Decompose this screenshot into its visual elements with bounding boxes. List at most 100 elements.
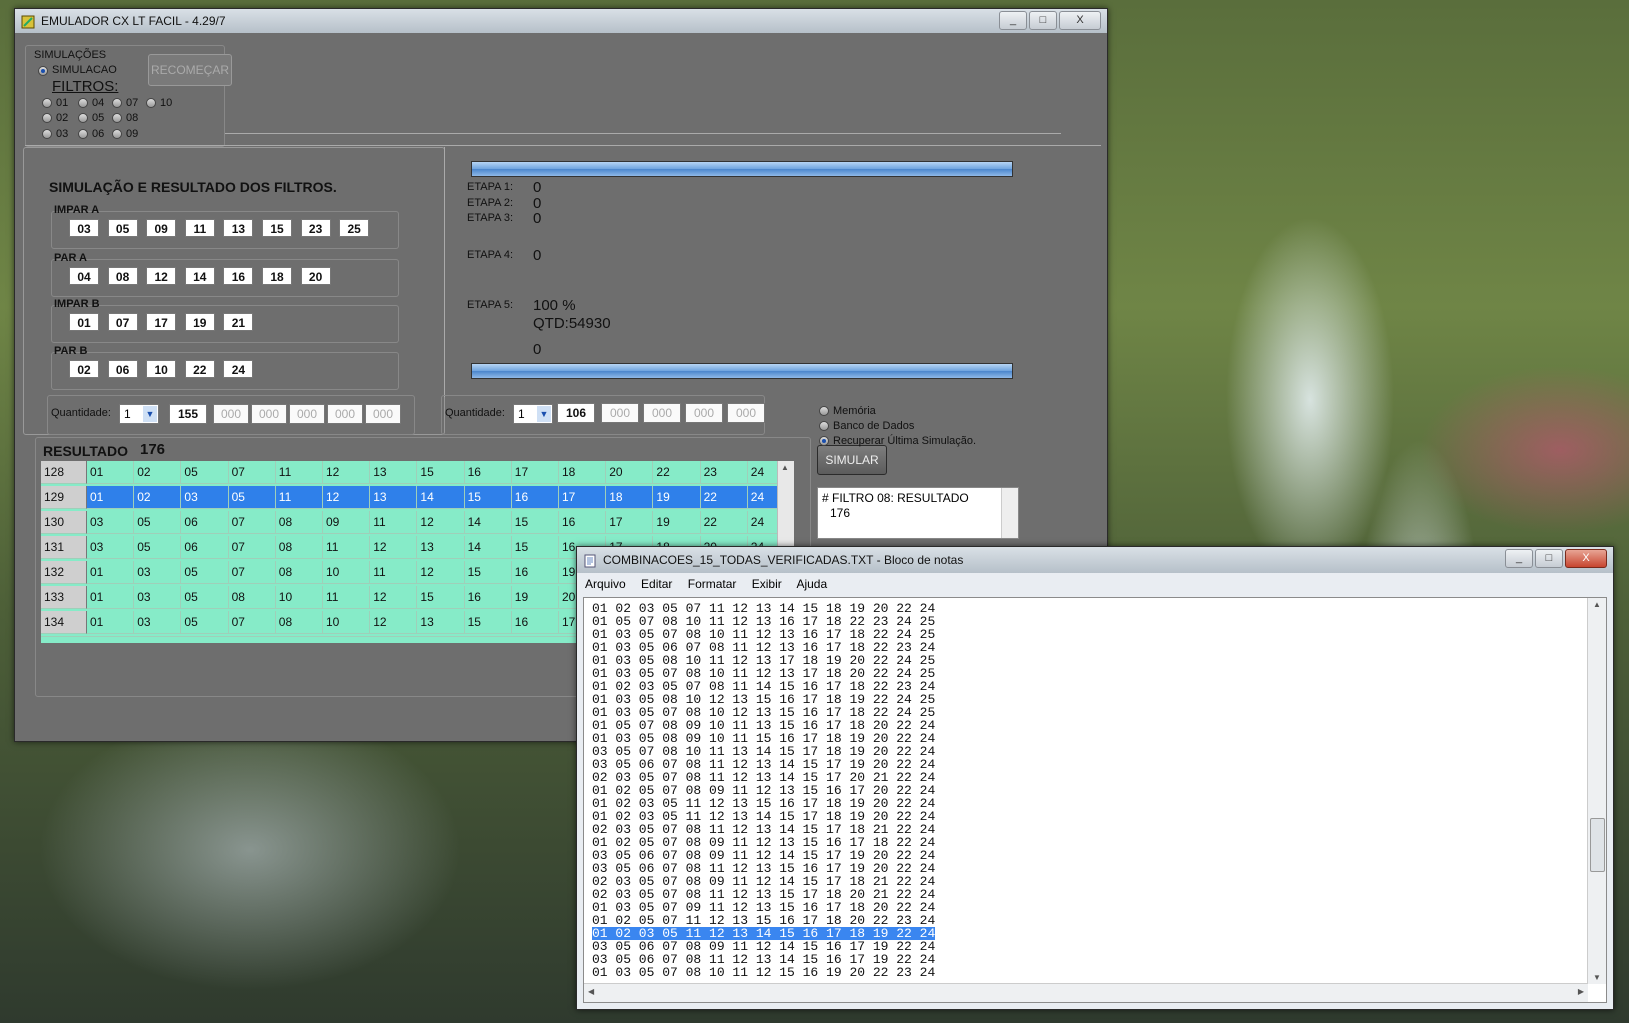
table-cell[interactable]: 08 xyxy=(275,561,323,584)
filter-radio-06[interactable] xyxy=(78,129,88,139)
table-cell[interactable]: 13 xyxy=(417,536,465,559)
table-cell[interactable]: 13 xyxy=(370,486,418,509)
table-cell[interactable]: 03 xyxy=(134,561,182,584)
filter-radio-08[interactable] xyxy=(112,113,122,123)
number-box[interactable]: 23 xyxy=(300,219,331,237)
table-cell[interactable]: 05 xyxy=(134,511,182,534)
table-cell[interactable]: 20 xyxy=(606,461,654,484)
scroll-thumb[interactable] xyxy=(1590,818,1605,872)
table-cell[interactable]: 23 xyxy=(700,461,748,484)
table-cell[interactable]: 17 xyxy=(559,486,607,509)
table-cell[interactable]: 08 xyxy=(275,611,323,634)
simulacao-radio[interactable] xyxy=(38,66,48,76)
table-cell[interactable]: 16 xyxy=(511,486,559,509)
notepad-minimize-button[interactable]: _ xyxy=(1505,549,1533,568)
notepad-hscrollbar[interactable]: ◀ ▶ xyxy=(584,983,1588,1002)
scroll-down-icon[interactable]: ▼ xyxy=(1593,973,1601,982)
filter-radio-09[interactable] xyxy=(112,129,122,139)
table-cell[interactable]: 12 xyxy=(370,611,418,634)
notepad-text[interactable]: 01 02 03 05 07 11 12 13 14 15 18 19 20 2… xyxy=(592,602,936,979)
filter-radio-02[interactable] xyxy=(42,113,52,123)
table-cell[interactable]: 13 xyxy=(417,611,465,634)
table-cell[interactable]: 15 xyxy=(464,561,512,584)
table-cell[interactable]: 17 xyxy=(511,461,559,484)
filter-radio-01[interactable] xyxy=(42,98,52,108)
quantidade-left-select[interactable]: 1 ▼ xyxy=(119,404,159,424)
table-cell[interactable]: 15 xyxy=(417,461,465,484)
number-box[interactable]: 15 xyxy=(262,219,292,237)
quantidade-left-value[interactable]: 155 xyxy=(169,404,207,424)
number-box[interactable]: 19 xyxy=(184,313,215,331)
table-cell[interactable]: 16 xyxy=(511,561,559,584)
number-box[interactable]: 13 xyxy=(223,219,254,237)
number-box[interactable]: 20 xyxy=(300,267,331,285)
menu-ajuda[interactable]: Ajuda xyxy=(796,577,827,591)
table-cell[interactable]: 19 xyxy=(653,511,701,534)
table-cell[interactable]: 15 xyxy=(417,586,465,609)
table-cell[interactable]: 22 xyxy=(700,486,748,509)
notepad-text-area[interactable]: 01 02 03 05 07 11 12 13 14 15 18 19 20 2… xyxy=(583,597,1607,1003)
row-header[interactable]: 129 xyxy=(41,486,87,509)
table-cell[interactable]: 16 xyxy=(464,461,512,484)
minimize-button[interactable]: _ xyxy=(999,11,1027,30)
quantidade-left-extra[interactable]: 000 xyxy=(365,404,401,424)
table-cell[interactable]: 01 xyxy=(87,486,135,509)
menu-formatar[interactable]: Formatar xyxy=(688,577,737,591)
table-cell[interactable]: 11 xyxy=(275,486,323,509)
table-cell[interactable]: 03 xyxy=(87,511,135,534)
table-row[interactable]: 129 01 02 03 05 11 12 13 14 15 16 17 18 19 22 24 xyxy=(41,486,777,510)
table-cell[interactable]: 18 xyxy=(606,486,654,509)
scroll-left-icon[interactable]: ◀ xyxy=(588,987,594,996)
row-header[interactable]: 134 xyxy=(41,611,87,634)
quantidade-right-extra[interactable]: 000 xyxy=(727,403,765,423)
table-cell[interactable]: 08 xyxy=(275,536,323,559)
table-cell[interactable]: 12 xyxy=(323,486,371,509)
table-cell[interactable]: 24 xyxy=(747,511,777,534)
filter-radio-03[interactable] xyxy=(42,129,52,139)
table-cell[interactable]: 24 xyxy=(747,486,777,509)
menu-editar[interactable]: Editar xyxy=(641,577,672,591)
table-cell[interactable]: 12 xyxy=(417,511,465,534)
row-header[interactable]: 131 xyxy=(41,536,87,559)
table-cell[interactable]: 05 xyxy=(228,486,276,509)
quantidade-left-extra[interactable]: 000 xyxy=(289,404,325,424)
table-cell[interactable]: 03 xyxy=(87,536,135,559)
quantidade-right-value[interactable]: 106 xyxy=(557,403,595,423)
number-box[interactable]: 01 xyxy=(69,313,99,331)
table-cell[interactable]: 01 xyxy=(87,561,135,584)
table-cell[interactable]: 07 xyxy=(228,611,276,634)
table-cell[interactable]: 05 xyxy=(181,586,229,609)
number-box[interactable]: 25 xyxy=(339,219,370,237)
table-cell[interactable]: 15 xyxy=(464,611,512,634)
table-row[interactable]: 128 01 02 05 07 11 12 13 15 16 17 18 20 22 23 24 xyxy=(41,461,777,485)
table-cell[interactable]: 01 xyxy=(87,461,135,484)
table-cell[interactable]: 14 xyxy=(417,486,465,509)
table-cell[interactable]: 11 xyxy=(370,511,418,534)
table-cell[interactable]: 17 xyxy=(606,511,654,534)
table-cell[interactable]: 11 xyxy=(275,461,323,484)
quantidade-left-extra[interactable]: 000 xyxy=(251,404,287,424)
table-cell[interactable]: 12 xyxy=(417,561,465,584)
table-cell[interactable]: 02 xyxy=(134,486,182,509)
number-box[interactable]: 14 xyxy=(184,267,215,285)
table-cell[interactable]: 24 xyxy=(747,461,777,484)
number-box[interactable]: 17 xyxy=(146,313,177,331)
table-cell[interactable]: 08 xyxy=(275,511,323,534)
filter-radio-04[interactable] xyxy=(78,98,88,108)
maximize-button[interactable]: □ xyxy=(1029,11,1057,30)
number-box[interactable]: 22 xyxy=(184,360,215,378)
table-cell[interactable]: 16 xyxy=(559,511,607,534)
table-cell[interactable]: 15 xyxy=(511,511,559,534)
quantidade-right-extra[interactable]: 000 xyxy=(643,403,681,423)
scroll-up-icon[interactable]: ▲ xyxy=(781,463,789,472)
number-box[interactable]: 10 xyxy=(146,360,177,378)
notepad-close-button[interactable]: X xyxy=(1565,549,1607,568)
table-cell[interactable]: 10 xyxy=(323,561,371,584)
number-box[interactable]: 11 xyxy=(184,219,215,237)
filter-radio-10[interactable] xyxy=(146,98,156,108)
quantidade-right-extra[interactable]: 000 xyxy=(685,403,723,423)
table-cell[interactable]: 12 xyxy=(370,536,418,559)
option-radio-0[interactable] xyxy=(819,406,829,416)
table-cell[interactable]: 15 xyxy=(511,536,559,559)
table-cell[interactable]: 11 xyxy=(323,586,371,609)
